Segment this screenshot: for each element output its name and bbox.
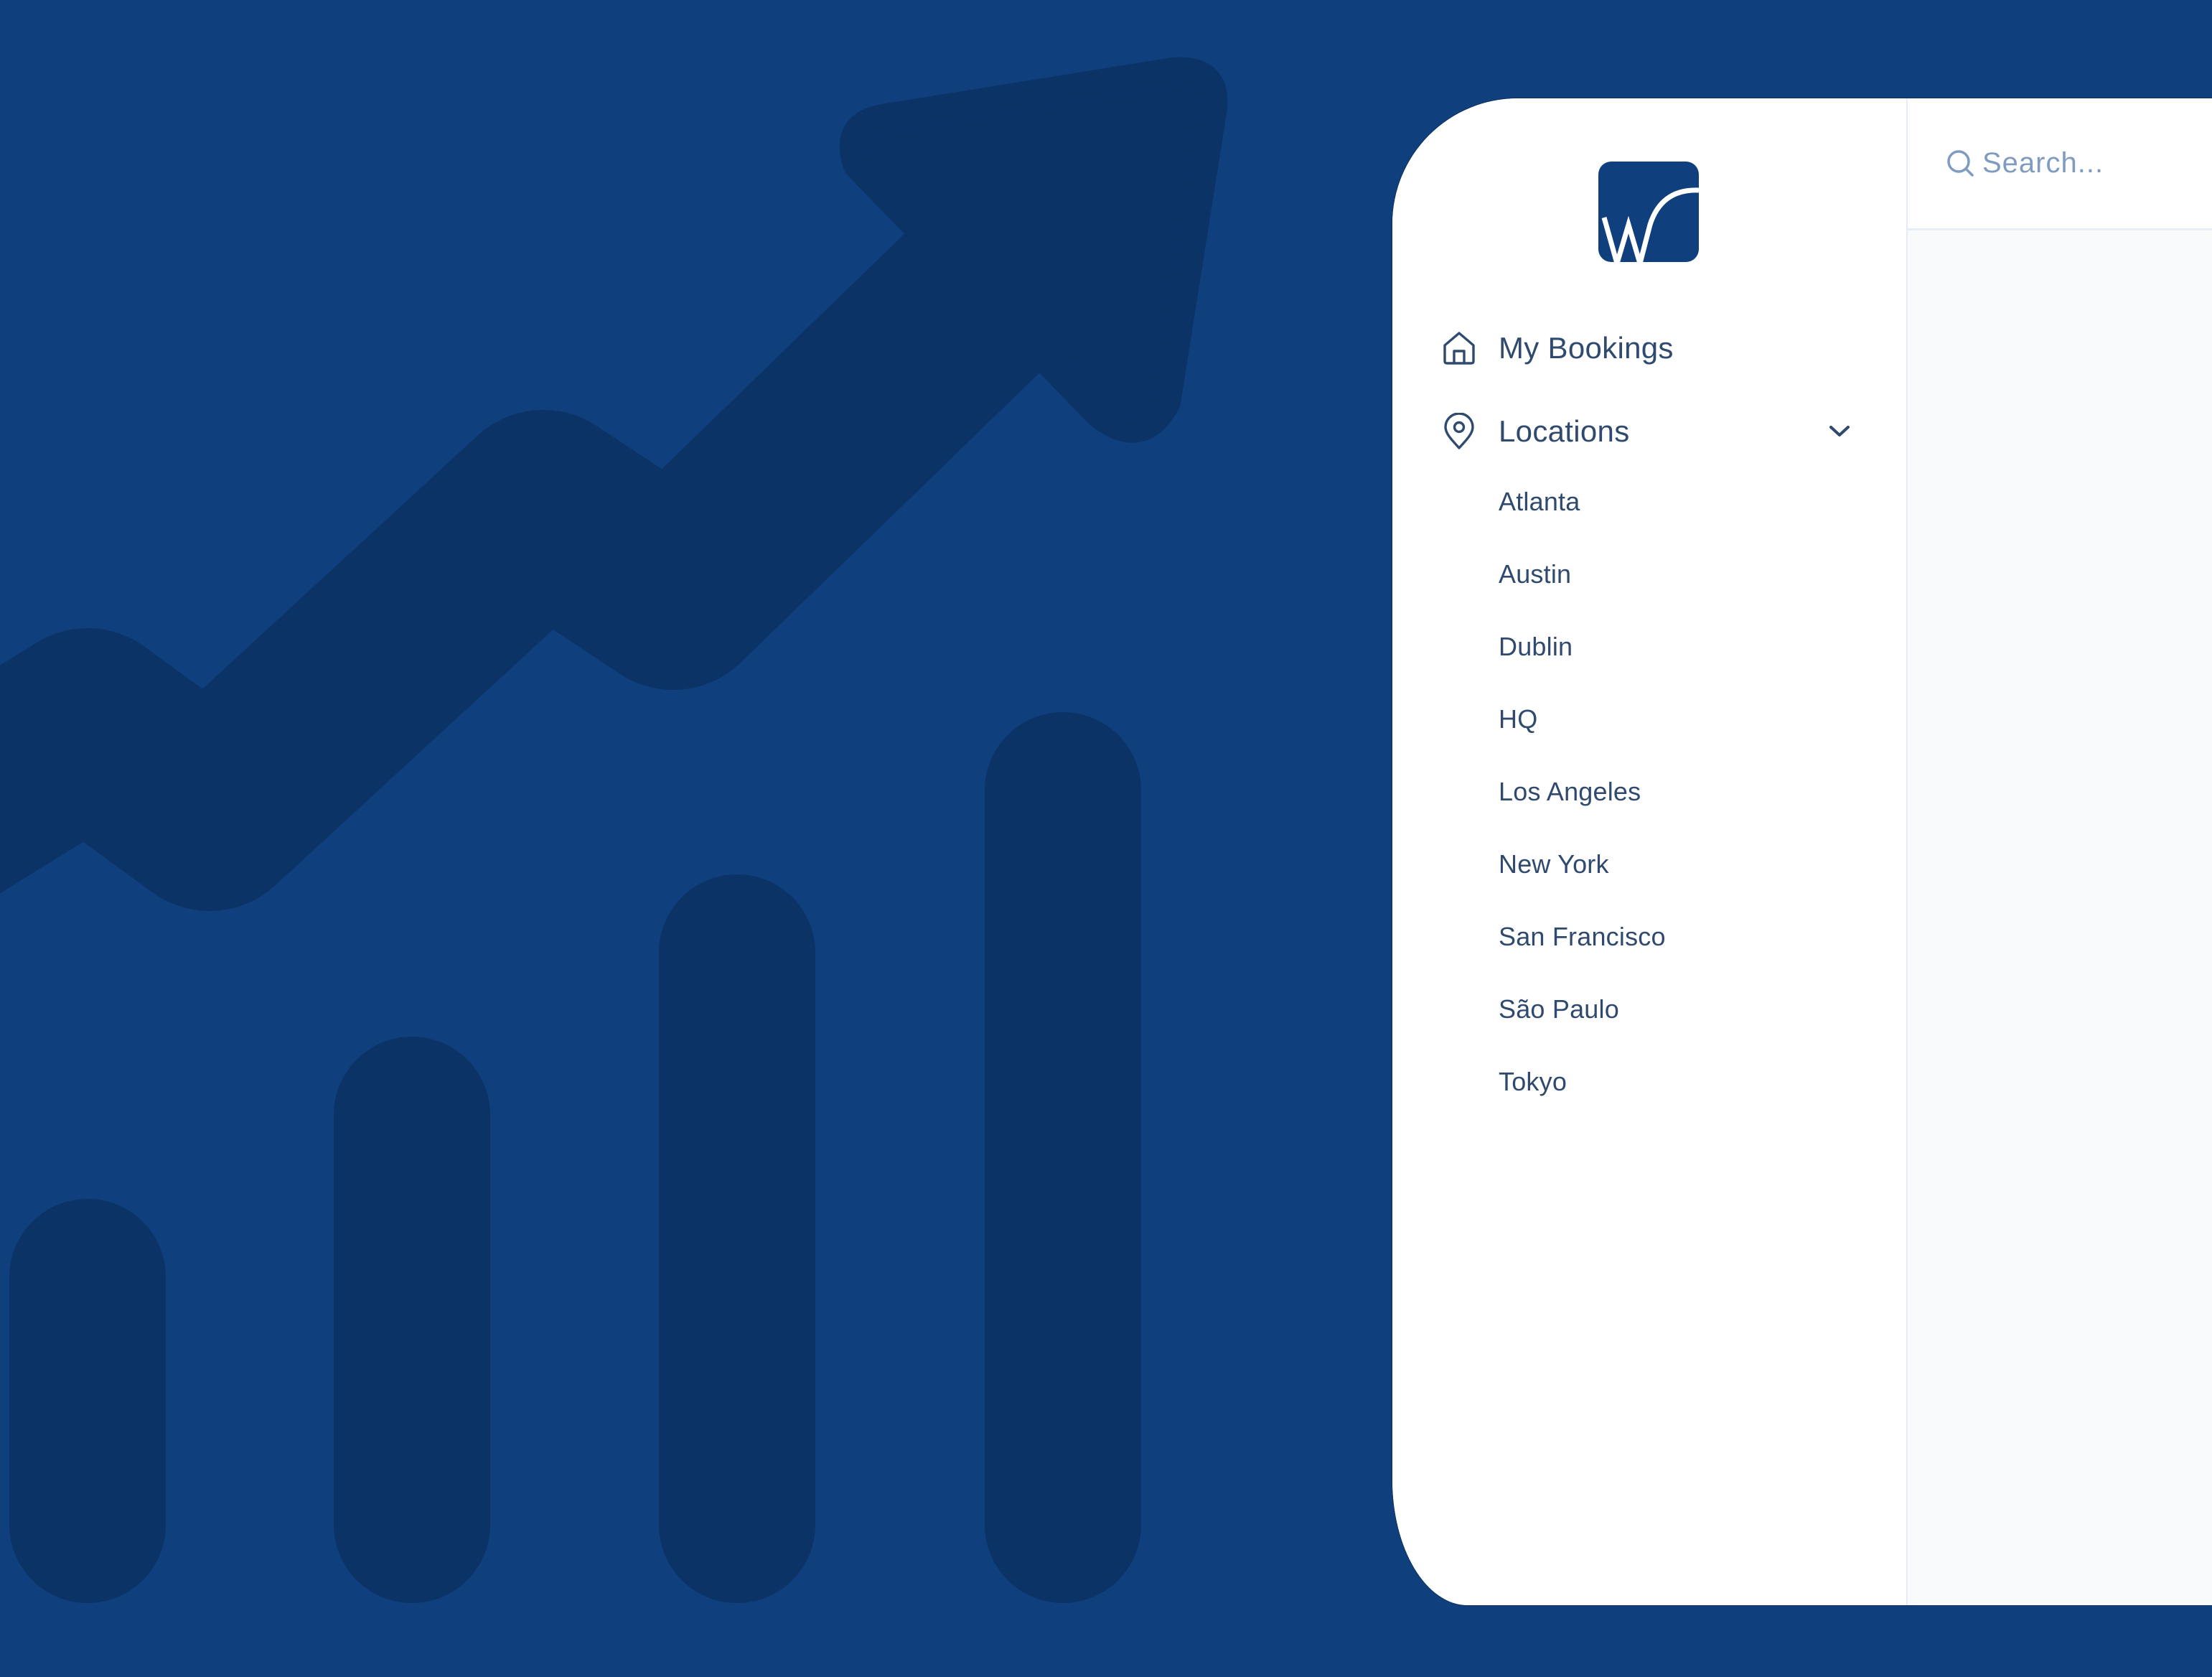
sidebar-item-my-bookings[interactable]: My Bookings: [1392, 319, 1906, 377]
chevron-down-icon[interactable]: [1827, 419, 1852, 444]
search-input[interactable]: [1982, 140, 2212, 186]
home-icon: [1441, 330, 1477, 366]
location-item-hq[interactable]: HQ: [1499, 698, 1537, 741]
location-item-austin[interactable]: Austin: [1499, 553, 1571, 596]
sidebar-item-locations[interactable]: Locations: [1392, 403, 1906, 460]
background-bar-3: [659, 874, 815, 1603]
app-window: My Bookings Locations Atlanta Austin Dub…: [1392, 98, 2212, 1605]
location-item-san-francisco[interactable]: San Francisco: [1499, 915, 1666, 958]
background-bar-2: [334, 1037, 490, 1603]
top-header: [1908, 98, 2212, 230]
trend-line-shape: [0, 133, 1145, 911]
location-item-new-york[interactable]: New York: [1499, 843, 1609, 886]
w-logo-icon: [1598, 162, 1699, 262]
sidebar: My Bookings Locations Atlanta Austin Dub…: [1392, 98, 1908, 1605]
location-item-dublin[interactable]: Dublin: [1499, 625, 1573, 668]
sidebar-item-label: Locations: [1499, 414, 1630, 448]
brand-logo[interactable]: [1598, 162, 1699, 262]
sidebar-item-label: My Bookings: [1499, 331, 1674, 365]
search-icon: [1945, 148, 1977, 179]
location-item-los-angeles[interactable]: Los Angeles: [1499, 770, 1641, 813]
map-pin-icon: [1441, 413, 1477, 449]
background-bar-1: [9, 1199, 166, 1603]
main-content: [1908, 98, 2212, 1605]
location-item-tokyo[interactable]: Tokyo: [1499, 1060, 1567, 1103]
location-item-atlanta[interactable]: Atlanta: [1499, 480, 1580, 523]
location-item-sao-paulo[interactable]: São Paulo: [1499, 988, 1619, 1031]
background-bar-4: [985, 712, 1141, 1603]
